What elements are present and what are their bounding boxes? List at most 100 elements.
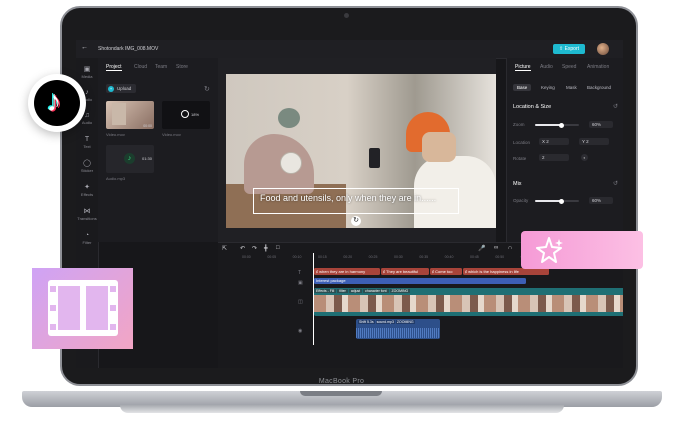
media-thumb-3[interactable]: ♪ 01:30	[106, 145, 154, 173]
magnet-icon[interactable]: ∩	[508, 245, 512, 251]
tab-store[interactable]: Store	[176, 64, 188, 70]
zoom-field[interactable]: 60%	[589, 121, 613, 128]
microphone-icon[interactable]: 🎤	[478, 245, 485, 252]
nav-item-transitions[interactable]: ⋈ Transitions	[76, 208, 98, 221]
media-duration: 00:00	[143, 124, 152, 128]
text-clip-label: Come too	[435, 269, 453, 274]
rotate-dial-icon[interactable]: ◐	[581, 154, 588, 161]
subtab-base[interactable]: Base	[513, 84, 532, 91]
reset-icon[interactable]: ↺	[613, 103, 618, 110]
scene-plate	[280, 152, 302, 174]
audio-chip[interactable]: Shift 5.3s	[358, 320, 375, 324]
redo-icon[interactable]: ↷	[252, 245, 257, 252]
reset-mix-icon[interactable]: ↺	[613, 180, 618, 187]
ruler-tick: 00:10	[292, 255, 302, 259]
tiktok-logo-icon: ♪ ♪ ♪	[34, 80, 80, 126]
tab-audio[interactable]: Audio	[540, 64, 553, 70]
media-thumb-1[interactable]: 00:00	[106, 101, 154, 129]
film-strip-icon	[48, 280, 118, 336]
ruler-tick: 00:35	[419, 255, 429, 259]
sticker-icon: ◯	[83, 160, 91, 167]
ruler-tick: 00:00	[242, 255, 251, 259]
media-icon: ▣	[83, 66, 91, 73]
text-clip[interactable]: ♯ when they are in harmony	[314, 268, 380, 275]
location-x-field[interactable]: X 2	[539, 138, 569, 145]
nav-label: Filter	[82, 240, 92, 245]
nav-item-sticker[interactable]: ◯ Sticker	[76, 160, 98, 173]
effect-chip[interactable]: Effects - Fill	[314, 289, 337, 293]
avatar[interactable]	[597, 43, 609, 55]
opacity-slider-knob[interactable]	[558, 198, 564, 204]
subtab-background[interactable]: Background	[583, 84, 615, 91]
undo-icon[interactable]: ↶	[240, 245, 245, 252]
ruler-tick: 00:25	[368, 255, 378, 259]
split-icon[interactable]: ╋	[264, 245, 268, 252]
ruler-tick: 00:45	[470, 255, 479, 259]
section-mix-title: Mix	[513, 181, 522, 187]
opacity-label: Opacity	[513, 198, 529, 203]
text-clip[interactable]: ♯ Come too	[430, 268, 462, 275]
subtab-mask[interactable]: Mask	[562, 84, 581, 91]
overlay-clip[interactable]: Interest package	[314, 278, 526, 284]
ruler-tick: 00:50	[495, 255, 505, 259]
audio-chip[interactable]: ZOOMING	[395, 320, 415, 324]
export-button[interactable]: ⇧ Export	[553, 44, 585, 54]
media-name: Video.mov	[162, 132, 181, 137]
nav-item-media[interactable]: ▣ Media	[76, 66, 98, 79]
zoom-slider-knob[interactable]	[558, 122, 564, 128]
tab-speed[interactable]: Speed	[562, 64, 576, 70]
zoom-label: Zoom	[513, 122, 525, 127]
nav-label: Text	[83, 144, 91, 149]
rotate-field[interactable]: 2	[539, 154, 569, 161]
refresh-icon[interactable]: ↻	[204, 85, 210, 93]
device-label: MacBook Pro	[318, 378, 365, 385]
tab-team[interactable]: Team	[155, 64, 167, 70]
tiktok-note-white: ♪	[46, 85, 62, 118]
crop-icon[interactable]: □	[276, 245, 280, 251]
audio-clip[interactable]: Shift 5.3s sound.mp3 ZOOMING	[356, 319, 440, 339]
audio-chips-row: Shift 5.3s sound.mp3 ZOOMING	[358, 320, 415, 324]
effect-chip[interactable]: character font	[363, 289, 389, 293]
window-title: Shotondark IMG_008.MOV	[98, 46, 159, 52]
select-tool-icon[interactable]: ⇱	[222, 245, 227, 252]
scene-person-face	[422, 132, 456, 162]
text-icon: T	[84, 136, 90, 143]
media-name: Video.mov	[106, 132, 125, 137]
back-arrow-icon[interactable]: ←	[81, 44, 88, 51]
ruler-tick: 00:20	[343, 255, 353, 259]
tab-cloud[interactable]: Cloud	[134, 64, 147, 70]
audio-chip[interactable]: sound.mp3	[375, 320, 395, 324]
video-track[interactable]: Effects - Fill filter adjust character f…	[314, 288, 623, 316]
opacity-slider[interactable]	[535, 198, 579, 204]
effect-chip[interactable]: adjust	[348, 289, 363, 293]
export-label: Export	[564, 46, 580, 52]
section-location-title: Location & Size	[513, 104, 552, 110]
effect-chip[interactable]: ZOOMING	[389, 289, 411, 293]
zoom-slider[interactable]	[535, 122, 579, 128]
nav-label: Sticker	[80, 168, 94, 173]
text-clip[interactable]: ♯ which is the happiness in life	[463, 268, 549, 275]
tab-project[interactable]: Project	[106, 64, 122, 71]
text-clip[interactable]: ♯ They are beautiful	[381, 268, 429, 275]
music-note-icon: ♪	[124, 153, 135, 164]
media-thumb-2[interactable]: 18%	[162, 101, 210, 129]
subtab-keying[interactable]: Keying	[537, 84, 559, 91]
nav-item-filter[interactable]: ◔ Filter	[76, 232, 98, 245]
media-panel: Project Cloud Team Store + Upload ↻ 00:0…	[98, 58, 219, 242]
video-frame[interactable]: Food and utensils, only when they are in…	[226, 74, 496, 228]
top-bar: ← Shotondark IMG_008.MOV ⇧ Export	[76, 40, 623, 59]
nav-item-effects[interactable]: ✦ Effects	[76, 184, 98, 197]
upload-button[interactable]: + Upload	[106, 84, 136, 93]
film-strip-card	[32, 268, 133, 349]
effect-chip[interactable]: filter	[337, 289, 348, 293]
rotate-handle-icon[interactable]: ↻	[351, 216, 361, 226]
tab-picture[interactable]: Picture	[515, 64, 531, 71]
nav-item-text[interactable]: T Text	[76, 136, 98, 149]
laptop-notch	[300, 391, 382, 396]
video-track-icon: ◫	[298, 299, 303, 305]
location-y-field[interactable]: Y 2	[579, 138, 609, 145]
opacity-field[interactable]: 60%	[589, 197, 613, 204]
tab-animation[interactable]: Animation	[587, 64, 609, 70]
location-label: Location	[513, 140, 531, 145]
link-icon[interactable]: ∞	[494, 245, 498, 251]
